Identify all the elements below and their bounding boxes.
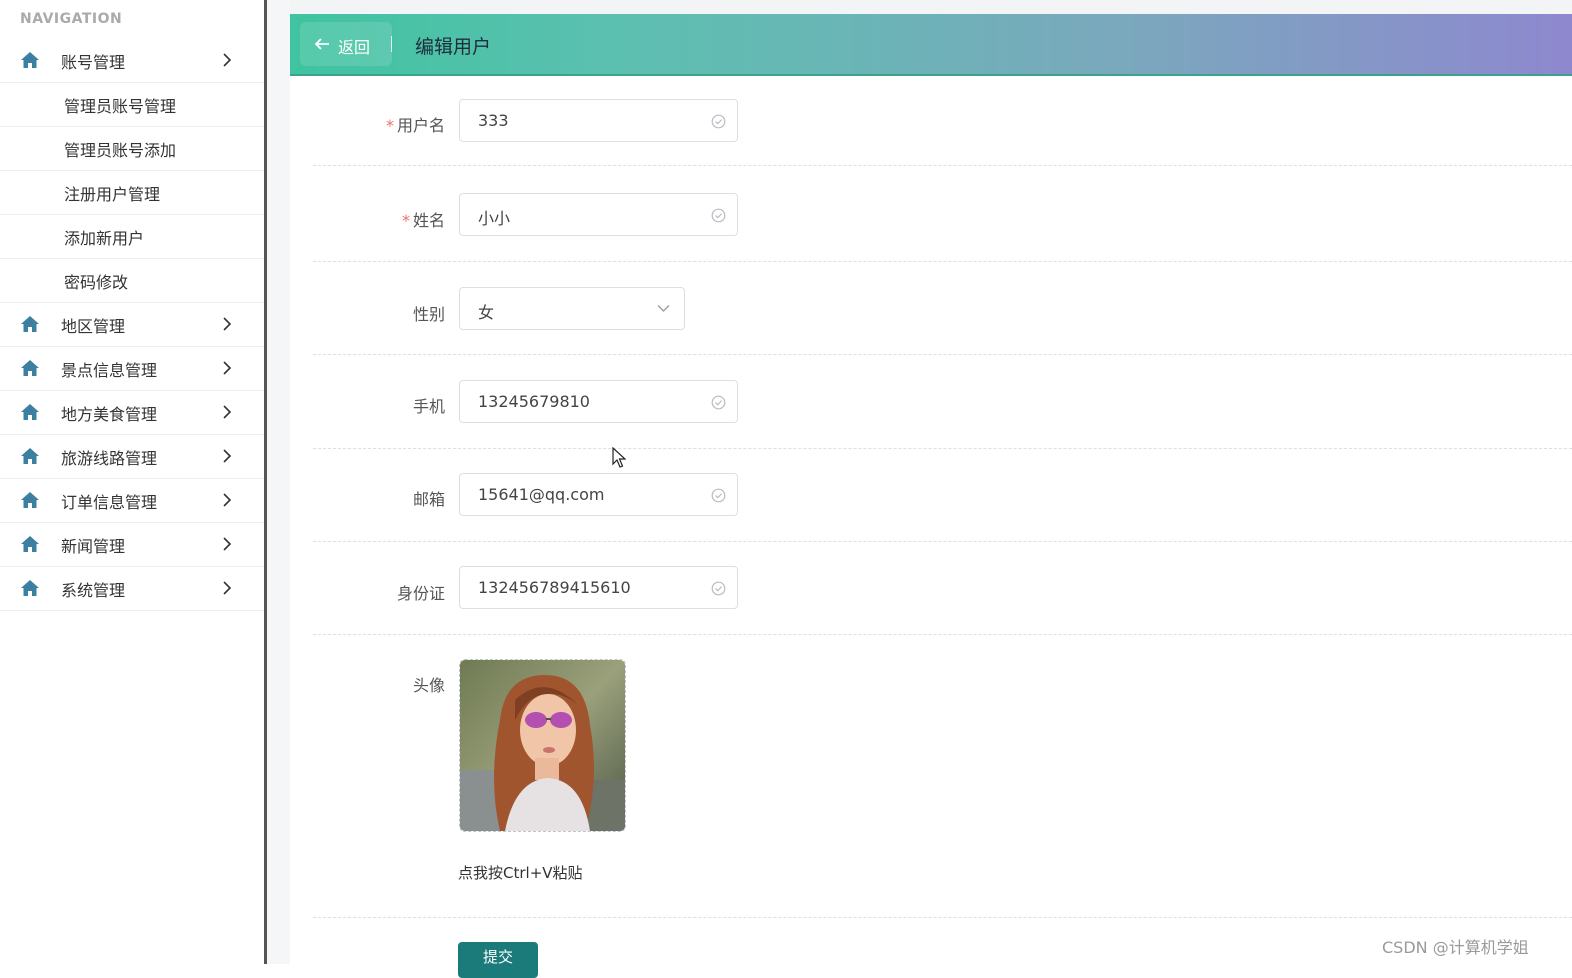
sidebar: NAVIGATION 账号管理 管理员账号管理 管理员账号添加 注册用户管理 添… bbox=[0, 0, 267, 964]
phone-value: 13245679810 bbox=[478, 392, 590, 411]
sidebar-item-label: 景点信息管理 bbox=[61, 360, 158, 380]
sidebar-item-scenic[interactable]: 景点信息管理 bbox=[0, 347, 264, 391]
id-card-value: 132456789415610 bbox=[478, 578, 631, 597]
username-input[interactable]: 333 bbox=[459, 99, 738, 142]
email-label: 邮箱 bbox=[412, 490, 445, 509]
name-label: * 姓名 bbox=[402, 207, 445, 231]
sidebar-item-label: 订单信息管理 bbox=[61, 492, 158, 512]
name-label-text: 姓名 bbox=[412, 211, 445, 230]
form-row-username: * 用户名 333 bbox=[313, 77, 1572, 166]
back-label: 返回 bbox=[338, 38, 371, 57]
form-row-gender: 性别 女 bbox=[313, 262, 1572, 355]
chevron-right-icon bbox=[223, 53, 232, 67]
check-circle-icon bbox=[711, 114, 726, 129]
form-row-name: * 姓名 小小 bbox=[313, 166, 1572, 262]
home-icon bbox=[21, 536, 39, 552]
page-title: 编辑用户 bbox=[415, 36, 492, 58]
check-circle-icon bbox=[711, 488, 726, 503]
sidebar-subitem-label: 注册用户管理 bbox=[64, 184, 161, 204]
gender-label: 性别 bbox=[412, 305, 445, 324]
mouse-cursor-icon bbox=[612, 447, 626, 468]
sidebar-subitem-label: 添加新用户 bbox=[64, 228, 145, 248]
chevron-right-icon bbox=[223, 449, 232, 463]
sidebar-subitem-label: 密码修改 bbox=[64, 272, 129, 292]
sidebar-item-system[interactable]: 系统管理 bbox=[0, 567, 264, 611]
email-value: 15641@qq.com bbox=[478, 485, 605, 504]
id-card-input[interactable]: 132456789415610 bbox=[459, 566, 738, 609]
check-circle-icon bbox=[711, 208, 726, 223]
avatar-label: 头像 bbox=[412, 676, 445, 695]
phone-label: 手机 bbox=[412, 397, 445, 416]
sidebar-item-region[interactable]: 地区管理 bbox=[0, 303, 264, 347]
sidebar-item-route[interactable]: 旅游线路管理 bbox=[0, 435, 264, 479]
avatar-image bbox=[460, 660, 625, 831]
required-mark: * bbox=[401, 211, 410, 230]
phone-input[interactable]: 13245679810 bbox=[459, 380, 738, 423]
avatar-upload[interactable] bbox=[459, 659, 626, 832]
gender-value: 女 bbox=[478, 303, 495, 322]
gender-select[interactable]: 女 bbox=[459, 287, 685, 330]
sidebar-subitem-admin-add[interactable]: 管理员账号添加 bbox=[0, 127, 264, 171]
home-icon bbox=[21, 316, 39, 332]
sidebar-subitem-user-add[interactable]: 添加新用户 bbox=[0, 215, 264, 259]
sidebar-item-label: 地方美食管理 bbox=[61, 404, 158, 424]
home-icon bbox=[21, 448, 39, 464]
back-button[interactable]: 返回 bbox=[300, 22, 392, 66]
content-gutter bbox=[267, 0, 290, 964]
chevron-down-icon bbox=[657, 305, 670, 312]
check-circle-icon bbox=[711, 581, 726, 596]
sidebar-item-label: 地区管理 bbox=[61, 316, 126, 336]
home-icon bbox=[21, 404, 39, 420]
home-icon bbox=[21, 580, 39, 596]
check-circle-icon bbox=[711, 395, 726, 410]
username-label-text: 用户名 bbox=[396, 116, 445, 135]
sidebar-subitem-password[interactable]: 密码修改 bbox=[0, 259, 264, 303]
username-value: 333 bbox=[478, 111, 509, 130]
sidebar-subitem-user-manage[interactable]: 注册用户管理 bbox=[0, 171, 264, 215]
name-input[interactable]: 小小 bbox=[459, 193, 738, 236]
sidebar-subitem-label: 管理员账号管理 bbox=[64, 96, 177, 116]
watermark: CSDN @计算机学姐 bbox=[1382, 938, 1529, 957]
sidebar-item-label: 系统管理 bbox=[61, 580, 126, 600]
home-icon bbox=[21, 52, 39, 68]
form-row-id-card: 身份证 132456789415610 bbox=[313, 542, 1572, 635]
form-row-email: 邮箱 15641@qq.com bbox=[313, 449, 1572, 542]
sidebar-item-food[interactable]: 地方美食管理 bbox=[0, 391, 264, 435]
header-divider bbox=[391, 36, 392, 52]
sidebar-subitem-admin-manage[interactable]: 管理员账号管理 bbox=[0, 83, 264, 127]
home-icon bbox=[21, 360, 39, 376]
page-header: 返回 编辑用户 bbox=[290, 14, 1572, 76]
chevron-right-icon bbox=[223, 537, 232, 551]
submit-button[interactable]: 提交 bbox=[458, 942, 538, 978]
chevron-right-icon bbox=[223, 361, 232, 375]
sidebar-item-label: 新闻管理 bbox=[61, 536, 126, 556]
required-mark: * bbox=[385, 116, 394, 135]
sidebar-menu: 账号管理 管理员账号管理 管理员账号添加 注册用户管理 添加新用户 密码修改 地… bbox=[0, 39, 264, 611]
sidebar-subitem-label: 管理员账号添加 bbox=[64, 140, 177, 160]
arrow-left-icon bbox=[314, 38, 329, 50]
sidebar-item-label: 旅游线路管理 bbox=[61, 448, 158, 468]
sidebar-item-label: 账号管理 bbox=[61, 52, 126, 72]
id-card-label: 身份证 bbox=[396, 584, 445, 603]
name-value: 小小 bbox=[478, 209, 511, 228]
chevron-right-icon bbox=[223, 581, 232, 595]
username-label: * 用户名 bbox=[386, 112, 445, 136]
sidebar-item-account[interactable]: 账号管理 bbox=[0, 39, 264, 83]
email-input[interactable]: 15641@qq.com bbox=[459, 473, 738, 516]
paste-tip[interactable]: 点我按Ctrl+V粘贴 bbox=[458, 862, 583, 883]
top-strip bbox=[267, 0, 1572, 14]
home-icon bbox=[21, 492, 39, 508]
sidebar-item-order[interactable]: 订单信息管理 bbox=[0, 479, 264, 523]
form-row-phone: 手机 13245679810 bbox=[313, 355, 1572, 449]
chevron-right-icon bbox=[223, 405, 232, 419]
nav-heading: NAVIGATION bbox=[20, 11, 123, 27]
sidebar-item-news[interactable]: 新闻管理 bbox=[0, 523, 264, 567]
chevron-right-icon bbox=[223, 493, 232, 507]
chevron-right-icon bbox=[223, 317, 232, 331]
